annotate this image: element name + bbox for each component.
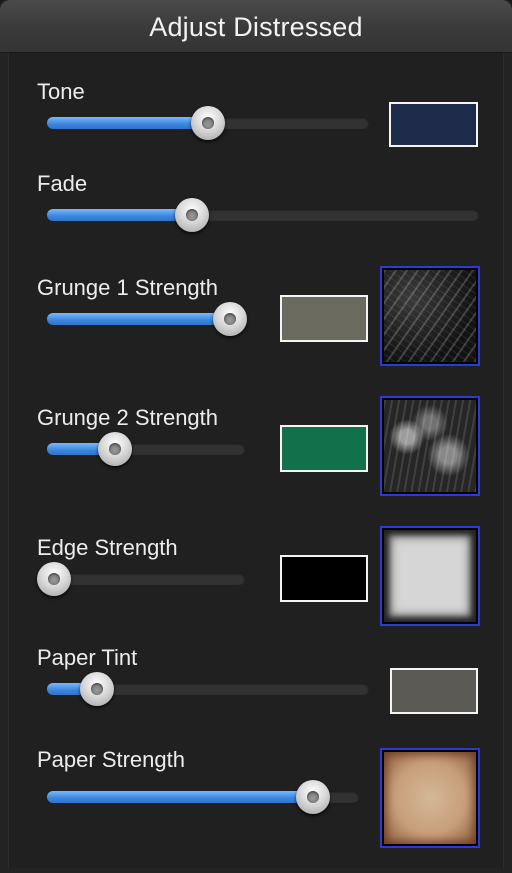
grunge-1-texture-thumbnail[interactable] bbox=[380, 266, 480, 366]
grunge-1-slider-fill bbox=[47, 313, 230, 325]
panel-title: Adjust Distressed bbox=[149, 12, 363, 42]
paper-strength-label: Paper Strength bbox=[37, 747, 185, 772]
tone-color-swatch[interactable] bbox=[389, 102, 478, 147]
grunge-2-texture-image bbox=[384, 400, 476, 492]
edge-strength-label: Edge Strength bbox=[37, 535, 178, 560]
tone-slider-fill bbox=[47, 117, 208, 129]
paper-tint-color-swatch[interactable] bbox=[390, 668, 478, 714]
grunge-2-texture-thumbnail[interactable] bbox=[380, 396, 480, 496]
grunge-2-strength-label: Grunge 2 Strength bbox=[37, 405, 219, 430]
paper-strength-slider-fill bbox=[47, 791, 314, 803]
fade-label: Fade bbox=[37, 171, 88, 196]
edge-strength-slider[interactable] bbox=[37, 562, 245, 596]
paper-texture-image bbox=[384, 752, 476, 844]
grunge-1-texture-image bbox=[384, 270, 476, 362]
fade-slider-knob[interactable] bbox=[174, 198, 209, 232]
paper-tint-slider-knob[interactable] bbox=[80, 672, 115, 706]
fade-slider[interactable] bbox=[47, 198, 479, 232]
fade-slider-fill bbox=[47, 209, 192, 221]
grunge-1-color-swatch[interactable] bbox=[280, 295, 368, 342]
edge-color-swatch[interactable] bbox=[280, 555, 368, 602]
paper-texture-thumbnail[interactable] bbox=[380, 748, 480, 848]
paper-strength-slider-knob[interactable] bbox=[296, 780, 331, 814]
title-bar[interactable]: Adjust Distressed bbox=[0, 0, 512, 53]
adjust-distressed-panel: Adjust Distressed Tone Fade Grunge 1 Str… bbox=[0, 0, 512, 873]
grunge-1-strength-slider[interactable] bbox=[47, 302, 247, 336]
grunge-2-strength-slider[interactable] bbox=[47, 432, 245, 466]
grunge-1-slider-knob[interactable] bbox=[213, 302, 247, 336]
edge-slider-knob[interactable] bbox=[37, 562, 71, 596]
paper-tint-label: Paper Tint bbox=[37, 645, 138, 670]
tone-label: Tone bbox=[37, 79, 85, 104]
tone-slider[interactable] bbox=[47, 106, 369, 140]
grunge-1-strength-label: Grunge 1 Strength bbox=[37, 275, 219, 300]
grunge-2-color-swatch[interactable] bbox=[280, 425, 368, 472]
paper-tint-slider[interactable] bbox=[47, 672, 369, 706]
tone-slider-knob[interactable] bbox=[191, 106, 225, 140]
edge-texture-thumbnail[interactable] bbox=[380, 526, 480, 626]
grunge-2-slider-knob[interactable] bbox=[97, 432, 132, 466]
paper-strength-slider[interactable] bbox=[47, 780, 359, 814]
edge-texture-image bbox=[384, 530, 476, 622]
